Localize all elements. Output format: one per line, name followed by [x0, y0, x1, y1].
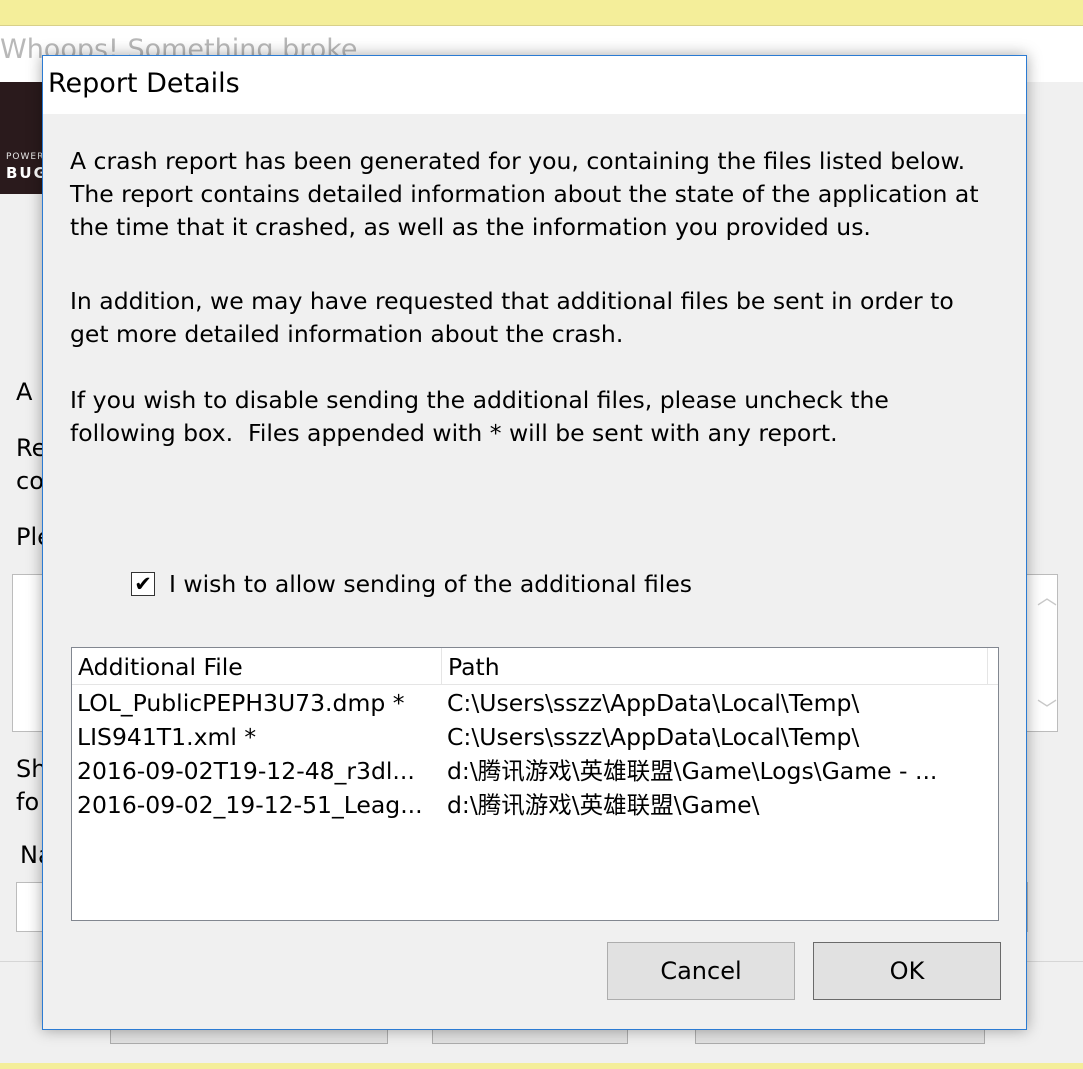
- column-header-additional-file[interactable]: Additional File: [72, 648, 442, 684]
- allow-sending-label[interactable]: I wish to allow sending of the additiona…: [169, 570, 692, 598]
- list-item[interactable]: LIS941T1.xml * C:\Users\sszz\AppData\Loc…: [72, 720, 998, 754]
- additional-files-list[interactable]: Additional File Path LOL_PublicPEPH3U73.…: [71, 647, 999, 921]
- allow-sending-checkbox[interactable]: ✔: [131, 572, 155, 596]
- list-header: Additional File Path: [72, 648, 998, 685]
- report-details-dialog: Report Details A crash report has been g…: [42, 55, 1027, 1030]
- chevron-up-icon[interactable]: ︿: [1037, 581, 1057, 610]
- file-path-cell: d:\腾讯游戏\英雄联盟\Game\: [447, 791, 760, 819]
- list-item[interactable]: LOL_PublicPEPH3U73.dmp * C:\Users\sszz\A…: [72, 686, 998, 720]
- background-label-a: A: [16, 378, 33, 406]
- crash-report-paragraph: A crash report has been generated for yo…: [70, 147, 979, 241]
- file-name-cell: 2016-09-02T19-12-48_r3dl...: [77, 757, 415, 785]
- bugsplat-banner: POWERED BUG: [0, 82, 44, 194]
- background-label-co: co: [16, 467, 44, 495]
- checkmark-icon: ✔: [134, 571, 152, 596]
- top-strip: [0, 0, 1083, 26]
- dialog-titlebar[interactable]: Report Details: [43, 56, 1026, 114]
- column-header-path[interactable]: Path: [442, 648, 988, 684]
- banner-powered-text: POWERED: [6, 152, 44, 162]
- bottom-strip: [0, 1063, 1083, 1069]
- chevron-down-icon[interactable]: ﹀: [1037, 693, 1057, 722]
- cancel-button[interactable]: Cancel: [607, 942, 795, 1000]
- list-rows: LOL_PublicPEPH3U73.dmp * C:\Users\sszz\A…: [72, 686, 998, 822]
- file-path-cell: C:\Users\sszz\AppData\Local\Temp\: [447, 723, 860, 751]
- allow-sending-row[interactable]: ✔ I wish to allow sending of the additio…: [131, 569, 692, 599]
- file-name-cell: 2016-09-02_19-12-51_Leag...: [77, 791, 423, 819]
- additional-files-paragraph: In addition, we may have requested that …: [70, 287, 954, 348]
- list-item[interactable]: 2016-09-02T19-12-48_r3dl... d:\腾讯游戏\英雄联盟…: [72, 754, 998, 788]
- banner-brand-text: BUG: [6, 164, 44, 182]
- disable-sending-paragraph: If you wish to disable sending the addit…: [70, 386, 889, 447]
- file-path-cell: d:\腾讯游戏\英雄联盟\Game\Logs\Game - ...: [447, 757, 938, 785]
- file-name-cell: LOL_PublicPEPH3U73.dmp *: [77, 689, 405, 717]
- file-path-cell: C:\Users\sszz\AppData\Local\Temp\: [447, 689, 860, 717]
- ok-button[interactable]: OK: [813, 942, 1001, 1000]
- background-label-fo: fo: [16, 788, 40, 816]
- file-name-cell: LIS941T1.xml *: [77, 723, 257, 751]
- dialog-title: Report Details: [48, 68, 240, 99]
- list-item[interactable]: 2016-09-02_19-12-51_Leag... d:\腾讯游戏\英雄联盟…: [72, 788, 998, 822]
